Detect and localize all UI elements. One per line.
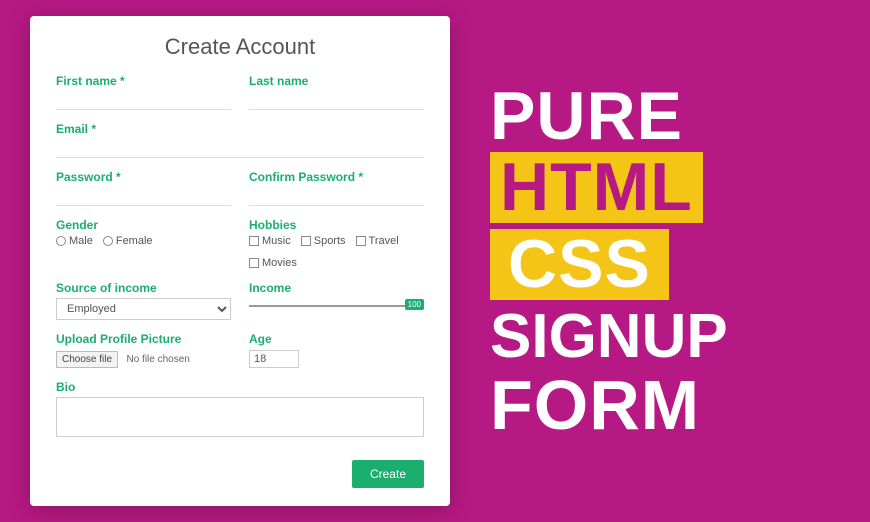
headline-html: HTML — [490, 152, 703, 223]
confirm-password-input[interactable] — [249, 189, 424, 206]
headline-form: FORM — [490, 370, 700, 440]
form-title: Create Account — [56, 34, 424, 60]
choose-file-button[interactable]: Choose file — [56, 351, 118, 368]
password-input[interactable] — [56, 189, 231, 206]
file-status: No file chosen — [126, 354, 189, 365]
gender-option-male[interactable]: Male — [56, 235, 93, 247]
hobby-sports[interactable]: Sports — [301, 235, 346, 247]
headline-panel: PURE HTML CSS SIGNUP FORM — [480, 0, 870, 522]
income-label: Income — [249, 281, 424, 295]
hobby-travel[interactable]: Travel — [356, 235, 399, 247]
create-button[interactable]: Create — [352, 460, 424, 488]
last-name-label: Last name — [249, 74, 424, 88]
hobbies-label: Hobbies — [249, 218, 424, 232]
first-name-label: First name * — [56, 74, 231, 88]
headline-signup: SIGNUP — [490, 306, 728, 368]
headline-pure: PURE — [490, 82, 683, 150]
upload-label: Upload Profile Picture — [56, 332, 231, 346]
email-label: Email * — [56, 122, 424, 136]
gender-label: Gender — [56, 218, 231, 232]
age-label: Age — [249, 332, 424, 346]
income-source-label: Source of income — [56, 281, 231, 295]
form-panel: Create Account First name * Last name Em… — [0, 0, 480, 522]
first-name-input[interactable] — [56, 93, 231, 110]
email-input[interactable] — [56, 141, 424, 158]
income-slider[interactable]: 100 — [249, 299, 424, 313]
confirm-password-label: Confirm Password * — [249, 170, 424, 184]
income-badge: 100 — [405, 299, 424, 310]
password-label: Password * — [56, 170, 231, 184]
gender-option-female[interactable]: Female — [103, 235, 153, 247]
last-name-input[interactable] — [249, 93, 424, 110]
bio-label: Bio — [56, 380, 424, 394]
hobby-music[interactable]: Music — [249, 235, 291, 247]
signup-card: Create Account First name * Last name Em… — [30, 16, 450, 506]
income-source-select[interactable]: Employed — [56, 298, 231, 320]
hobby-movies[interactable]: Movies — [249, 257, 297, 269]
age-input[interactable] — [249, 350, 299, 368]
headline-css: CSS — [490, 229, 669, 300]
bio-textarea[interactable] — [56, 397, 424, 437]
